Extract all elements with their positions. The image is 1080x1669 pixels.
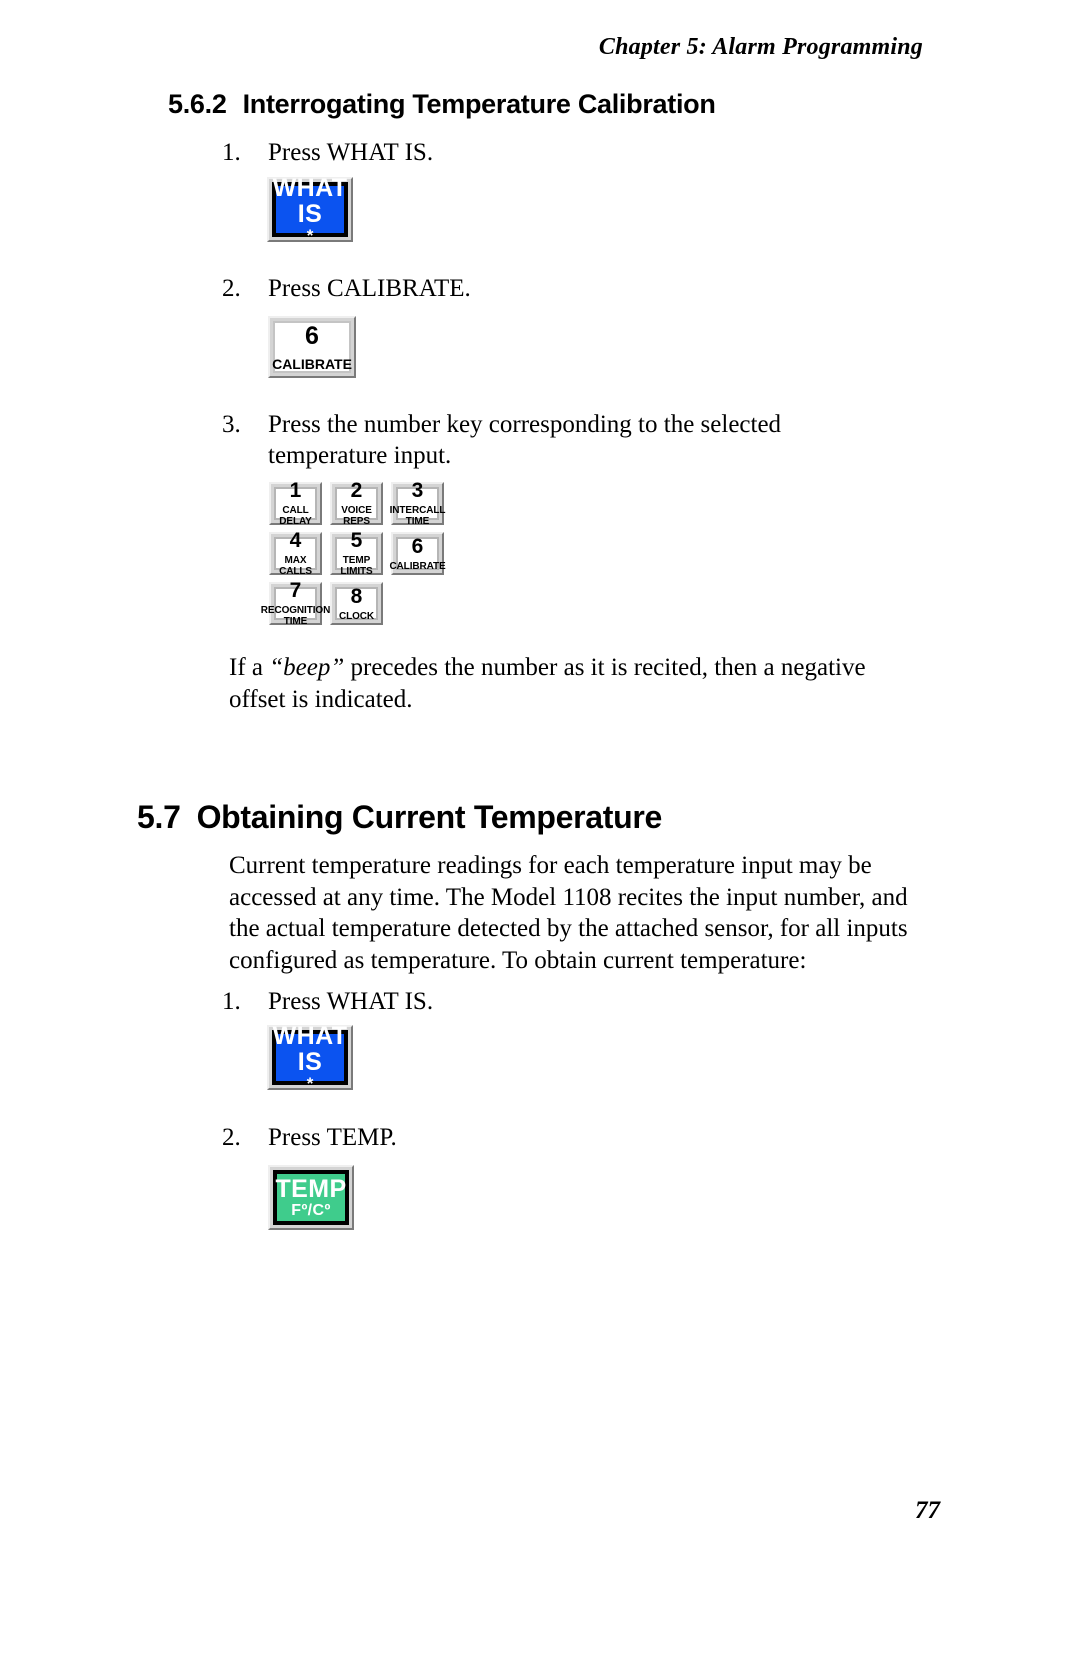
- key-digit-1-label: CALL DELAY: [279, 505, 312, 527]
- key-digit-1[interactable]: 1 CALL DELAY: [269, 480, 322, 527]
- section-57-paragraph: Current temperature readings for each te…: [229, 852, 908, 974]
- key-digit-3-number: 3: [411, 479, 424, 502]
- key-digit-1-face: 1 CALL DELAY: [274, 480, 317, 527]
- key-temp-line1: TEMP: [275, 1175, 347, 1203]
- key-digit-7-label: RECOGNITION TIME: [260, 605, 331, 627]
- section-heading-5-6-2: 5.6.2 Interrogating Temperature Calibrati…: [168, 89, 716, 120]
- step-marker: 3.: [222, 411, 241, 438]
- key-digit-2[interactable]: 2 VOICE REPS: [330, 480, 383, 527]
- running-head: Chapter 5: Alarm Programming: [598, 34, 923, 60]
- key-digit-7-face: 7 RECOGNITION TIME: [261, 580, 331, 628]
- key-digit-1-number: 1: [289, 479, 302, 502]
- key-digit-3-face: 3 INTERCALL TIME: [390, 480, 446, 528]
- step-marker: 1.: [222, 139, 241, 166]
- key-calibrate-face: 6 CALIBRATE: [272, 321, 352, 373]
- key-digit-5-number: 5: [350, 529, 363, 552]
- key-digit-3[interactable]: 3 INTERCALL TIME: [390, 480, 446, 528]
- key-digit-6-face: 6 CALIBRATE: [389, 534, 445, 572]
- key-what-is-face: WHAT IS *: [272, 175, 348, 244]
- key-what-is-star: *: [306, 225, 314, 245]
- key-what-is-2-face: WHAT IS *: [272, 1023, 348, 1092]
- key-what-is-2-line1: WHAT: [272, 1021, 348, 1050]
- key-digit-2-face: 2 VOICE REPS: [335, 480, 378, 527]
- step-marker: 2.: [222, 1124, 241, 1151]
- document-page: Chapter 5: Alarm Programming 5.6.2 Interr…: [0, 0, 1080, 1669]
- key-digit-8-face: 8 CLOCK: [335, 584, 378, 622]
- step-57-1: 1. Press WHAT IS.: [222, 986, 862, 1017]
- key-what-is-2-star: *: [306, 1073, 314, 1093]
- key-calibrate-digit: 6: [305, 321, 319, 350]
- step-marker: 2.: [222, 275, 241, 302]
- key-what-is-line1: WHAT: [272, 173, 348, 202]
- page-number: 77: [915, 1497, 940, 1524]
- key-what-is-2[interactable]: WHAT IS *: [267, 1023, 353, 1092]
- key-digit-8-label: CLOCK: [338, 610, 375, 622]
- key-calibrate-label: CALIBRATE: [272, 355, 352, 372]
- key-digit-5-face: 5 TEMP LIMITS: [335, 530, 378, 577]
- step-text: Press the number key corresponding to th…: [268, 411, 782, 469]
- key-digit-4-label: MAX CALLS: [279, 555, 312, 577]
- section-title: Interrogating Temperature Calibration: [242, 89, 716, 119]
- note-prefix: If a: [229, 654, 270, 681]
- key-digit-7-number: 7: [289, 579, 302, 602]
- key-digit-2-number: 2: [350, 479, 363, 502]
- section-title: Obtaining Current Temperature: [196, 799, 663, 835]
- key-digit-8[interactable]: 8 CLOCK: [330, 582, 383, 625]
- key-digit-3-label: INTERCALL TIME: [389, 505, 446, 527]
- key-digit-4-face: 4 MAX CALLS: [274, 530, 317, 577]
- key-what-is-line2: IS: [297, 199, 323, 228]
- key-digit-5[interactable]: 5 TEMP LIMITS: [330, 530, 383, 577]
- step-57-2: 2. Press TEMP.: [222, 1122, 862, 1153]
- key-temp-line2: Fº/Cº: [291, 1202, 331, 1219]
- step-text: Press WHAT IS.: [268, 139, 434, 166]
- note-emphasis: “beep”: [269, 654, 345, 681]
- step-text: Press CALIBRATE.: [268, 275, 471, 302]
- step-marker: 1.: [222, 988, 241, 1015]
- key-digit-4-number: 4: [289, 529, 302, 552]
- key-temp-face: TEMP Fº/Cº: [273, 1170, 349, 1225]
- key-digit-2-label: VOICE REPS: [341, 505, 372, 527]
- key-digit-6[interactable]: 6 CALIBRATE: [389, 532, 446, 575]
- section-number: 5.6.2: [168, 89, 227, 119]
- step-562-1: 1. Press WHAT IS.: [222, 137, 862, 168]
- step-562-3: 3. Press the number key corresponding to…: [222, 409, 842, 471]
- key-temp[interactable]: TEMP Fº/Cº: [268, 1165, 354, 1230]
- key-what-is-2-line2: IS: [297, 1047, 323, 1076]
- step-text: Press TEMP.: [268, 1124, 397, 1151]
- step-562-2: 2. Press CALIBRATE.: [222, 273, 862, 304]
- key-what-is[interactable]: WHAT IS *: [267, 175, 353, 244]
- key-digit-6-label: CALIBRATE: [389, 560, 446, 572]
- key-digit-8-number: 8: [350, 584, 363, 608]
- key-digit-7[interactable]: 7 RECOGNITION TIME: [261, 580, 331, 628]
- key-digit-6-number: 6: [411, 534, 424, 558]
- section-number: 5.7: [137, 799, 181, 835]
- key-calibrate[interactable]: 6 CALIBRATE: [268, 316, 356, 378]
- note-paragraph: If a “beep” precedes the number as it is…: [229, 652, 909, 715]
- key-digit-4[interactable]: 4 MAX CALLS: [269, 530, 322, 577]
- section-heading-5-7: 5.7 Obtaining Current Temperature: [137, 799, 662, 836]
- step-text: Press WHAT IS.: [268, 988, 434, 1015]
- key-digit-5-label: TEMP LIMITS: [340, 555, 373, 577]
